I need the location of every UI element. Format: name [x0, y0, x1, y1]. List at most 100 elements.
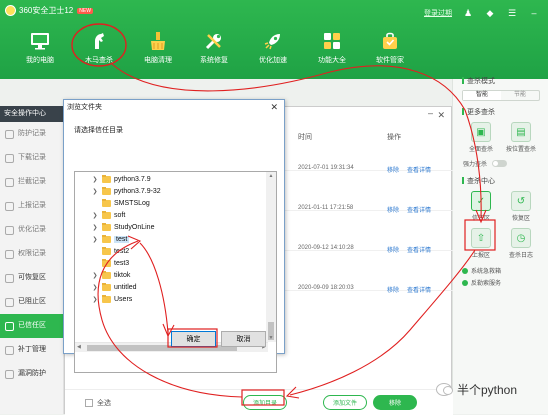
scan-mode-switch: 智能 节能 [462, 90, 540, 101]
toolbar-pc-cleanup[interactable]: 电脑清理 [128, 26, 188, 76]
dialog-prompt: 请选择信任目录 [74, 127, 123, 134]
sidebar-item-label: 优化记录 [18, 226, 46, 233]
folder-label: python3.7.9-32 [114, 187, 161, 195]
ok-button[interactable]: 确定 [171, 331, 216, 347]
scan-log-label: 查杀日志 [508, 253, 533, 259]
horse-shield-icon [88, 30, 110, 52]
sidebar-item-block-log[interactable]: 拦截记录 [0, 170, 63, 194]
chevron-right-icon[interactable]: ❯ [90, 284, 100, 291]
wrench-icon [203, 30, 225, 52]
sidebar-item-restore-zone[interactable]: 可恢复区 [0, 266, 63, 290]
sidebar-item-protection-log[interactable]: 防护记录 [0, 122, 63, 146]
sidebar-item-vuln-protection[interactable]: 漏洞防护 [0, 362, 63, 386]
minimize-icon[interactable]: – [529, 8, 539, 18]
row-remove-link[interactable]: 移除 [387, 285, 399, 294]
skin-icon[interactable]: ◆ [485, 8, 495, 18]
row-details-link[interactable]: 查看详情 [407, 285, 431, 294]
remove-button[interactable]: 移除 [373, 395, 417, 410]
bug-icon [5, 370, 14, 379]
sidebar-item-label: 防护记录 [18, 130, 46, 137]
folder-icon [102, 282, 111, 291]
folder-item[interactable]: test3 [75, 257, 129, 269]
menu-icon[interactable]: ☰ [507, 8, 517, 18]
folder-icon [102, 258, 111, 267]
folder-item-selected[interactable]: ❯ test [75, 233, 130, 245]
sidebar-item-trusted-zone[interactable]: 已信任区 [0, 314, 63, 338]
chevron-right-icon[interactable]: ❯ [90, 224, 100, 231]
folder-label: test2 [114, 247, 130, 255]
mode-energy-saving[interactable]: 节能 [501, 91, 539, 100]
folder-item[interactable]: ❯ untitled [75, 281, 137, 293]
add-file-button[interactable]: 添加文件 [323, 395, 367, 410]
watermark: 半个python [436, 381, 517, 398]
vertical-scrollbar[interactable]: ▲ ▼ [266, 172, 276, 342]
folder-item[interactable]: test2 [75, 245, 129, 257]
mode-smart[interactable]: 智能 [463, 91, 501, 100]
sidebar-item-blocked-zone[interactable]: 已阻止区 [0, 290, 63, 314]
folder-label: python3.7.9 [114, 175, 151, 183]
chevron-right-icon[interactable]: ❯ [90, 272, 100, 279]
clock-icon: ◷ [511, 228, 531, 248]
restore-zone-button[interactable]: ↺ 恢复区 [501, 189, 541, 226]
trust-zone-button[interactable]: ✓ 信任区 [461, 189, 501, 226]
chevron-right-icon[interactable]: ❯ [90, 188, 100, 195]
anti-ransom-link[interactable]: 反勒索服务 [453, 278, 548, 287]
folder-label: untitled [114, 283, 137, 291]
report-zone-button[interactable]: ⇧ 上报区 [461, 226, 501, 263]
toolbar-label: 软件管家 [376, 57, 404, 64]
sidebar-item-patch-manager[interactable]: 补丁管理 [0, 338, 63, 362]
select-all-checkbox[interactable] [85, 399, 93, 407]
toolbar-label: 我的电脑 [26, 57, 54, 64]
toolbar-optimize[interactable]: 优化加速 [243, 26, 303, 76]
sidebar-item-optimize-log[interactable]: 优化记录 [0, 218, 63, 242]
report-zone-label: 上报区 [471, 253, 490, 259]
folder-item[interactable]: ❯ soft [75, 209, 125, 221]
more-scans-heading: 更多查杀 [453, 107, 548, 117]
rescue-box-link[interactable]: 系统急救箱 [453, 266, 548, 275]
toolbar-trojan-scan[interactable]: 木马查杀 [69, 26, 129, 76]
toolbar-software-manager[interactable]: 软件管家 [360, 26, 420, 76]
folder-item[interactable]: ❯ Users [75, 293, 132, 305]
toolbar-system-repair[interactable]: 系统修复 [184, 26, 244, 76]
user-icon[interactable]: ♟ [463, 8, 473, 18]
chevron-right-icon[interactable]: ❯ [90, 212, 100, 219]
rescue-box-label: 系统急救箱 [471, 269, 502, 275]
scroll-up-icon[interactable]: ▲ [266, 173, 276, 179]
full-scan-button[interactable]: ▣ 全面查杀 [461, 120, 501, 157]
login-expired-link[interactable]: 登录过期 [424, 8, 452, 18]
toolbar-label: 电脑清理 [144, 57, 172, 64]
chevron-right-icon[interactable]: ❯ [90, 176, 100, 183]
cancel-button[interactable]: 取消 [221, 331, 266, 347]
scroll-down-icon[interactable]: ▼ [266, 335, 276, 341]
toolbar-my-computer[interactable]: 我的电脑 [10, 26, 70, 76]
minimize-icon[interactable]: – [428, 108, 433, 118]
force-scan-toggle[interactable] [492, 160, 508, 167]
sidebar-item-permission-log[interactable]: 权限记录 [0, 242, 63, 266]
toolbar-label: 木马查杀 [85, 57, 113, 64]
add-directory-button[interactable]: 添加目录 [243, 395, 287, 410]
folder-item[interactable]: ❯ python3.7.9-32 [75, 185, 161, 197]
sidebar-item-report-log[interactable]: 上报记录 [0, 194, 63, 218]
folder-item[interactable]: SMSTSLog [75, 197, 150, 209]
folder-item[interactable]: ❯ tiktok [75, 269, 130, 281]
folder-item[interactable]: ❯ StudyOnLine [75, 221, 154, 233]
new-badge: NEW [77, 7, 93, 14]
close-icon[interactable]: ✕ [437, 110, 445, 121]
anti-ransom-label: 反勒索服务 [471, 281, 502, 287]
app-window: 360安全卫士12 NEW 登录过期 ♟ ◆ ☰ – ✕ 我的电脑 木马查杀 [0, 0, 548, 415]
toolbar-all-features[interactable]: 功能大全 [302, 26, 362, 76]
folder-item[interactable]: ❯ python3.7.9 [75, 173, 151, 185]
scroll-left-icon[interactable]: ◀ [77, 344, 81, 350]
scan-log-button[interactable]: ◷ 查杀日志 [501, 226, 541, 263]
close-icon[interactable]: ✕ [270, 102, 278, 113]
folder-label: test [114, 235, 130, 243]
key-icon [5, 250, 14, 259]
select-all-label: 全选 [97, 400, 111, 407]
toolbar-label: 功能大全 [318, 57, 346, 64]
folder-scan-icon: ▤ [511, 122, 531, 142]
sidebar-item-download-log[interactable]: 下载记录 [0, 146, 63, 170]
chevron-right-icon[interactable]: ❯ [90, 236, 100, 243]
chevron-right-icon[interactable]: ❯ [90, 296, 100, 303]
location-scan-button[interactable]: ▤ 按位置查杀 [501, 120, 541, 157]
select-all[interactable]: 全选 [85, 398, 111, 408]
